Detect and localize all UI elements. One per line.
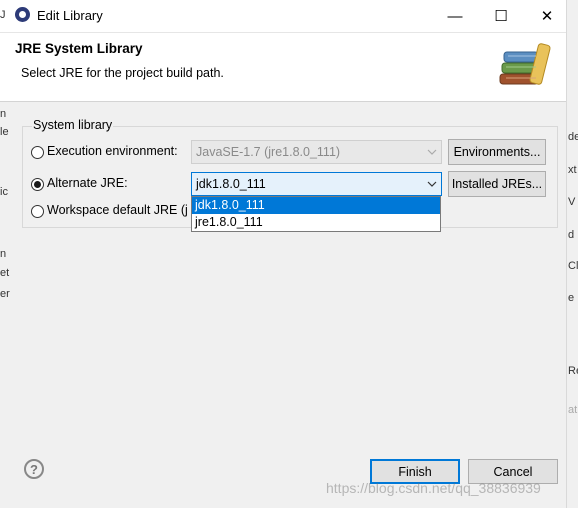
dropdown-option[interactable]: jdk1.8.0_111 [192,197,440,214]
alternate-jre-radio[interactable] [31,178,44,191]
bg-fragment: Re [568,365,578,377]
minimize-button[interactable]: — [432,0,478,32]
close-button[interactable]: ✕ [524,0,570,32]
bg-fragment: J [0,9,6,21]
chevron-down-icon [423,173,441,195]
execution-environment-radio[interactable] [31,146,44,159]
maximize-button[interactable]: ☐ [478,0,524,32]
bg-fragment: er [0,288,10,300]
workspace-default-radio[interactable] [31,205,44,218]
execution-environment-label: Execution environment: [47,144,178,158]
eclipse-app-icon [15,7,30,22]
bg-fragment: V [568,196,576,208]
chevron-down-icon [423,141,441,163]
bg-fragment: xt [568,164,577,176]
help-icon[interactable]: ? [24,459,44,479]
edit-library-dialog: Edit Library — ☐ ✕ JRE System Library Se… [0,0,566,508]
group-label: System library [32,118,114,132]
execution-environment-combo[interactable]: JavaSE-1.7 (jre1.8.0_111) [191,140,442,164]
environments-button[interactable]: Environments... [448,139,546,165]
bg-fragment: n [0,248,7,260]
page-title: JRE System Library [15,41,143,56]
combo-value: jdk1.8.0_111 [196,177,266,191]
bg-fragment: d [568,229,575,241]
page-subtitle: Select JRE for the project build path. [21,66,224,80]
bg-fragment: at [568,404,578,416]
combo-value: JavaSE-1.7 (jre1.8.0_111) [196,145,341,159]
installed-jres-button[interactable]: Installed JREs... [448,171,546,197]
bg-fragment: e [568,292,575,304]
jre-dropdown-list: jdk1.8.0_111 jre1.8.0_111 [191,196,441,232]
background-app-strip: de xt V d Cl e Re at [566,0,578,508]
bg-fragment: et [0,267,10,279]
library-books-icon [499,43,551,85]
alternate-jre-combo[interactable]: jdk1.8.0_111 [191,172,442,196]
bg-fragment: n [0,108,7,120]
workspace-default-label: Workspace default JRE (j [47,203,188,217]
dropdown-option[interactable]: jre1.8.0_111 [192,214,440,231]
window-title: Edit Library [37,8,103,23]
alternate-jre-label: Alternate JRE: [47,176,128,190]
watermark-text: https://blog.csdn.net/qq_38836939 [326,480,541,496]
bg-fragment: de [568,131,578,143]
bg-fragment: Cl [568,260,578,272]
bg-fragment: le [0,126,9,138]
bg-fragment: ic [0,186,8,198]
